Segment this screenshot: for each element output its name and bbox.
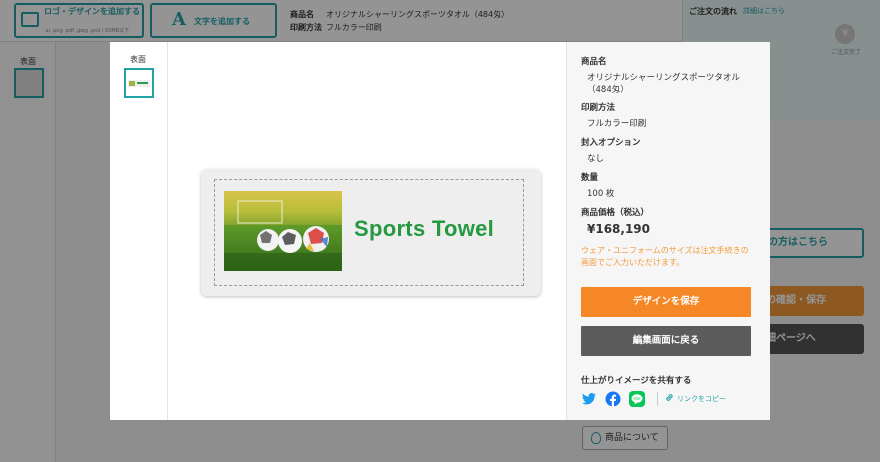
summary-option-value: なし <box>587 154 605 164</box>
summary-price-label: 商品価格（税込） <box>581 208 650 218</box>
towel-mini-preview <box>128 80 150 87</box>
summary-method-value: フルカラー印刷 <box>587 119 647 129</box>
summary-name-label: 商品名 <box>581 57 607 67</box>
line-icon[interactable] <box>629 391 645 407</box>
summary-product-name: 商品名 オリジナルシャーリングスポーツタオル（484匁） <box>581 56 753 96</box>
towel-mockup: Sports Towel <box>201 169 541 296</box>
summary-print-method: 印刷方法 フルカラー印刷 <box>581 102 646 130</box>
summary-qty-value: 100 枚 <box>587 189 615 199</box>
back-to-editor-button[interactable]: 編集画面に戻る <box>581 326 751 356</box>
copy-link-button[interactable]: リンクをコピー <box>665 393 726 404</box>
summary-price: 商品価格（税込） ¥168,190 <box>581 207 650 235</box>
share-divider <box>657 392 658 406</box>
preview-side-label: 表面 <box>130 55 146 64</box>
soccer-ball-image <box>224 191 342 271</box>
size-input-note: ウェア・ユニフォームのサイズは注文手続きの画面でご入力いただけます。 <box>581 246 749 267</box>
summary-quantity: 数量 100 枚 <box>581 172 614 200</box>
link-icon <box>666 394 673 401</box>
summary-option-label: 封入オプション <box>581 138 641 148</box>
twitter-icon[interactable] <box>581 391 597 407</box>
summary-qty-label: 数量 <box>581 173 599 183</box>
summary-enclosure-option: 封入オプション なし <box>581 137 641 165</box>
copy-link-label: リンクをコピー <box>677 395 726 403</box>
towel-design-text: Sports Towel <box>354 216 495 241</box>
share-heading: 仕上がりイメージを共有する <box>581 376 692 386</box>
preview-thumbnail[interactable] <box>124 68 154 98</box>
preview-canvas: Sports Towel <box>168 42 566 420</box>
summary-method-label: 印刷方法 <box>581 103 616 113</box>
summary-price-value: ¥168,190 <box>587 222 651 236</box>
facebook-icon[interactable] <box>605 391 621 407</box>
preview-thumbnail-column: 表面 <box>110 42 168 420</box>
design-preview-modal: 表面 Sports Towel 商品名 オリジナルシャーリングスポーツタオル（4… <box>110 42 770 420</box>
save-design-button[interactable]: デザインを保存 <box>581 287 751 317</box>
summary-name-value: オリジナルシャーリングスポーツタオル（484匁） <box>587 73 740 95</box>
order-summary-panel: 商品名 オリジナルシャーリングスポーツタオル（484匁） 印刷方法 フルカラー印… <box>566 42 770 420</box>
